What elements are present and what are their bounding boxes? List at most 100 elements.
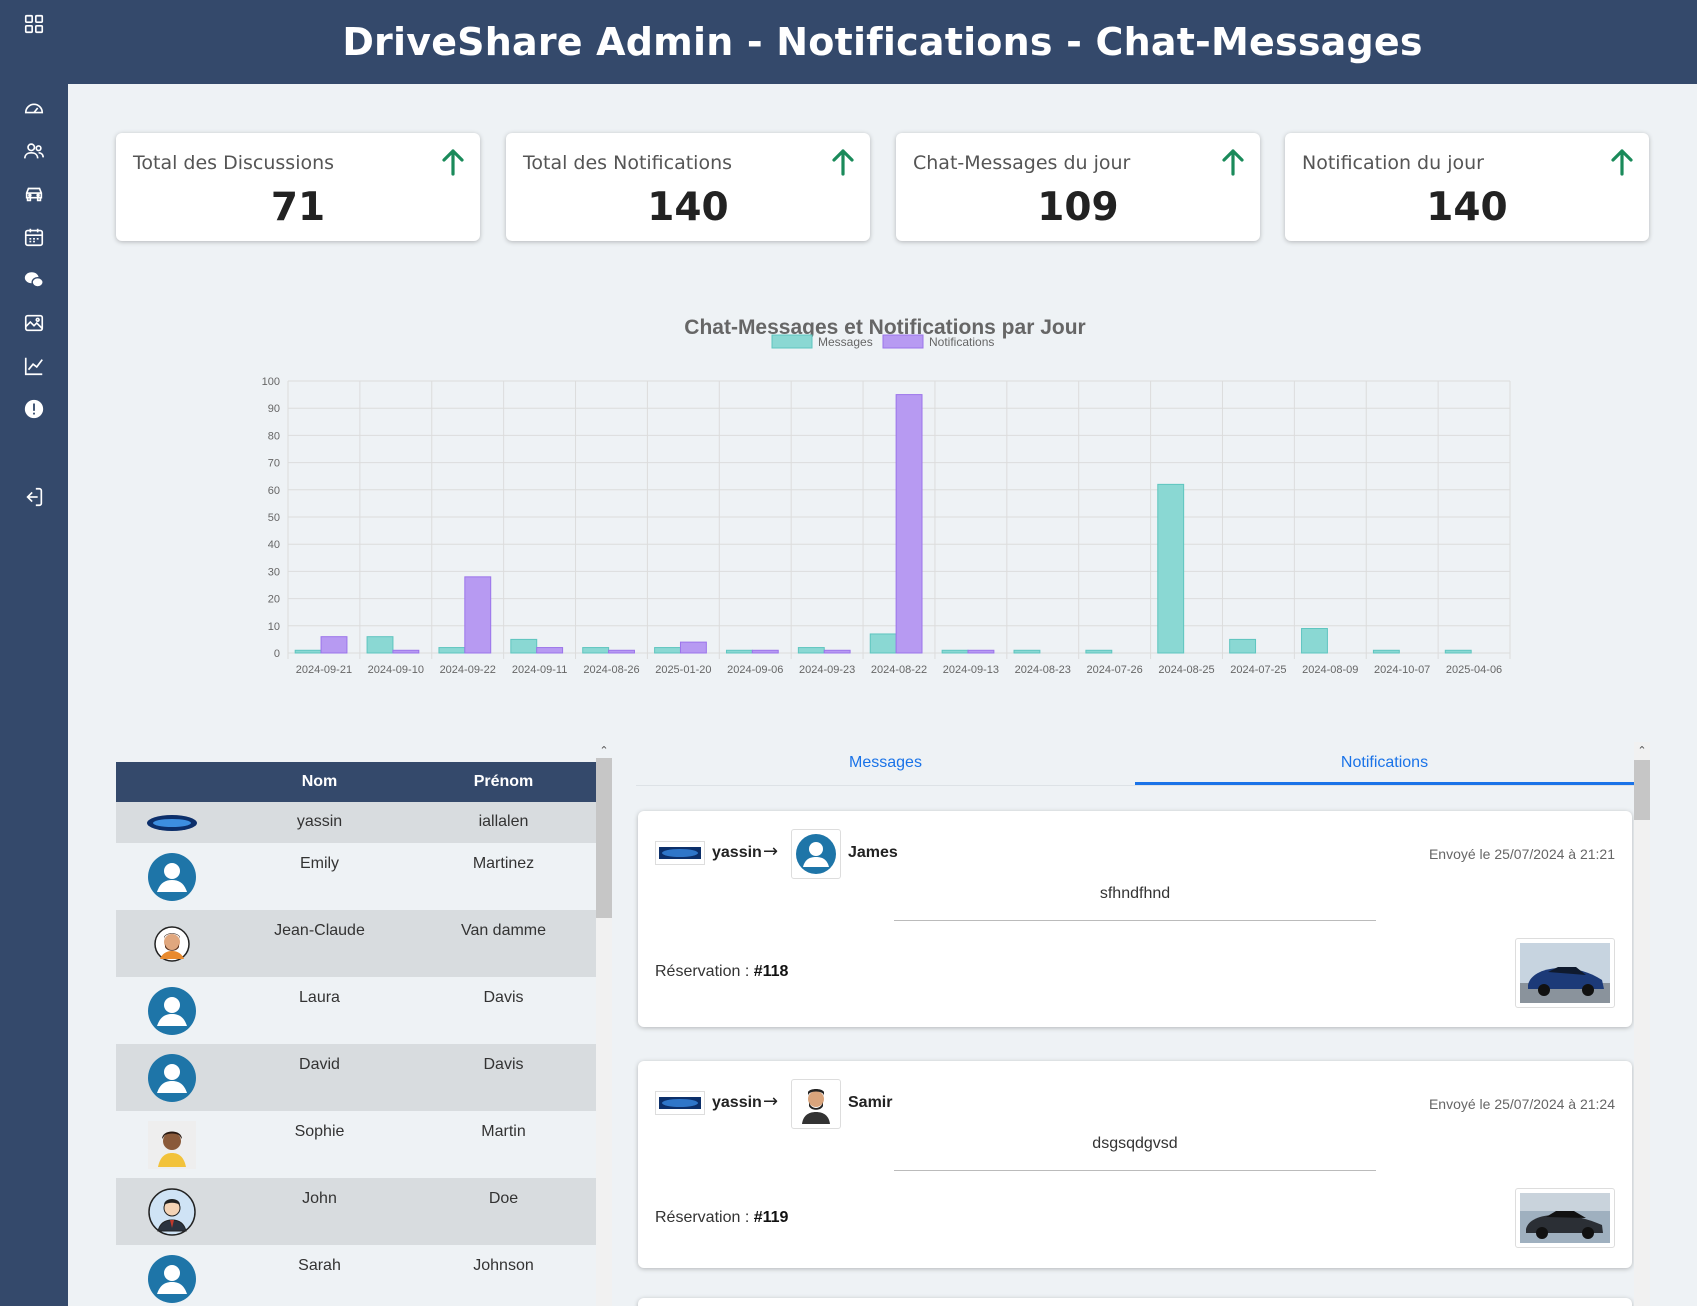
car-icon[interactable] — [0, 179, 68, 209]
messages-bar — [941, 649, 969, 654]
scroll-up-icon[interactable]: ⌃ — [1634, 744, 1650, 758]
recipient-name: James — [848, 844, 898, 861]
y-tick-label: 60 — [268, 485, 280, 497]
stat-card-chat-today: Chat-Messages du jour 109 — [896, 133, 1260, 241]
cell-nom: David — [299, 1056, 340, 1073]
logout-icon[interactable] — [0, 482, 68, 512]
sent-date: Envoyé le 25/07/2024 à 21:24 — [1428, 1096, 1615, 1112]
reservation-id[interactable]: #119 — [754, 1209, 789, 1226]
sender-name: yassin — [712, 844, 762, 861]
x-tick-label: 2024-07-26 — [1087, 664, 1143, 676]
avatar — [116, 910, 228, 977]
table-row[interactable]: Sophie Martin — [116, 1111, 596, 1178]
x-tick-label: 2024-10-07 — [1374, 664, 1430, 676]
recipient-name: Samir — [848, 1094, 893, 1111]
bar-chart: Chat-Messages et Notifications par Jour … — [240, 300, 1530, 690]
y-tick-label: 0 — [274, 648, 280, 660]
y-tick-label: 80 — [268, 430, 280, 442]
stat-value: 140 — [1426, 185, 1508, 230]
avatar — [116, 1178, 228, 1245]
scrollbar-thumb[interactable] — [596, 758, 612, 918]
cell-prenom: Johnson — [473, 1257, 534, 1274]
alert-icon[interactable] — [0, 394, 68, 424]
table-row[interactable]: Sarah Johnson — [116, 1245, 596, 1306]
gallery-icon[interactable] — [0, 308, 68, 338]
notifications-bar — [679, 641, 707, 654]
notifications-bar — [320, 636, 348, 654]
messages-bar — [869, 633, 897, 654]
table-row[interactable]: Laura Davis — [116, 977, 596, 1044]
y-tick-label: 40 — [268, 539, 280, 551]
cell-prenom: Martinez — [472, 855, 535, 872]
y-tick-label: 90 — [268, 403, 280, 415]
table-row[interactable]: yassin iallalen — [116, 802, 596, 843]
table-scrollbar[interactable]: ⌃ — [596, 744, 612, 1306]
users-icon[interactable] — [0, 136, 68, 166]
header-avatar — [116, 762, 228, 802]
grid-icon[interactable] — [0, 9, 68, 39]
stat-label: Total des Notifications — [523, 152, 733, 174]
sent-date: Envoyé le 25/07/2024 à 21:21 — [1428, 846, 1615, 862]
stat-label: Chat-Messages du jour — [913, 152, 1131, 174]
messages-bar — [1085, 649, 1113, 654]
stat-value: 140 — [647, 185, 729, 230]
scroll-up-icon[interactable]: ⌃ — [596, 744, 612, 758]
messages-bar — [797, 647, 825, 654]
messages-bar — [654, 647, 681, 654]
x-tick-label: 2024-09-13 — [943, 664, 999, 676]
x-tick-label: 2024-09-21 — [296, 664, 352, 676]
notification-message: dsgsqdgvsd — [1092, 1135, 1178, 1152]
cell-nom: Sarah — [298, 1257, 341, 1274]
x-tick-label: 2024-09-23 — [799, 664, 855, 676]
calendar-icon[interactable] — [0, 222, 68, 252]
y-tick-label: 70 — [268, 458, 280, 470]
legend-label: Messages — [818, 335, 873, 349]
tab-notifications[interactable]: Notifications — [1135, 742, 1634, 785]
car-thumbnail[interactable] — [1515, 938, 1615, 1008]
cell-prenom: Davis — [483, 989, 524, 1006]
header-nom[interactable]: Nom — [228, 762, 411, 802]
cell-prenom: Van damme — [460, 922, 547, 939]
x-tick-label: 2024-08-23 — [1015, 664, 1071, 676]
car-thumbnail[interactable] — [1515, 1188, 1615, 1248]
stat-card-notif-today: Notification du jour 140 — [1285, 133, 1649, 241]
x-tick-label: 2024-09-11 — [512, 664, 567, 676]
divider — [894, 1170, 1376, 1171]
table-row[interactable]: Emily Martinez — [116, 843, 596, 910]
messages-bar — [510, 638, 538, 654]
scrollbar-thumb[interactable] — [1634, 760, 1650, 820]
cell-prenom: Martin — [481, 1123, 526, 1140]
reservation-id[interactable]: #118 — [754, 963, 789, 980]
chart-canvas: 0 10 20 30 40 50 60 70 80 90 100 2024-09-21 2024-09-… — [262, 334, 1511, 676]
legend-swatch — [882, 334, 924, 349]
table-header: Nom Prénom — [116, 762, 596, 802]
tab-messages[interactable]: Messages — [636, 742, 1135, 785]
stat-label: Notification du jour — [1302, 152, 1484, 174]
arrow-up-icon — [832, 149, 854, 176]
table-row[interactable]: John Doe — [116, 1178, 596, 1245]
sender-name: yassin — [712, 1094, 762, 1111]
dashboard-icon[interactable] — [0, 93, 68, 123]
y-tick-label: 100 — [262, 376, 280, 388]
chat-icon[interactable] — [0, 265, 68, 295]
user-icon — [116, 977, 228, 1044]
arrow-up-icon — [442, 149, 464, 176]
y-tick-label: 20 — [268, 594, 280, 606]
notifications-bar — [464, 576, 492, 654]
chart-icon[interactable] — [0, 351, 68, 381]
reservation-info: Réservation : #119 — [655, 1209, 788, 1227]
messages-bar — [1157, 483, 1185, 654]
notifications-scrollbar[interactable]: ⌃ — [1634, 742, 1650, 1306]
x-tick-label: 2025-01-20 — [655, 664, 711, 676]
notification-card: yassin → Samir Envoyé le 25/07/2024 à 21… — [638, 1061, 1632, 1268]
messages-bar — [1013, 649, 1041, 654]
x-tick-label: 2024-07-25 — [1230, 664, 1286, 676]
tabs: Messages Notifications — [636, 742, 1634, 786]
y-tick-label: 30 — [268, 566, 280, 578]
stat-card-notifications: Total des Notifications 140 — [506, 133, 870, 241]
table-row[interactable]: David Davis — [116, 1044, 596, 1111]
header-prenom[interactable]: Prénom — [411, 762, 596, 802]
messages-bar — [294, 649, 322, 654]
table-row[interactable]: Jean-Claude Van damme — [116, 910, 596, 977]
cell-nom: Jean-Claude — [274, 922, 365, 939]
